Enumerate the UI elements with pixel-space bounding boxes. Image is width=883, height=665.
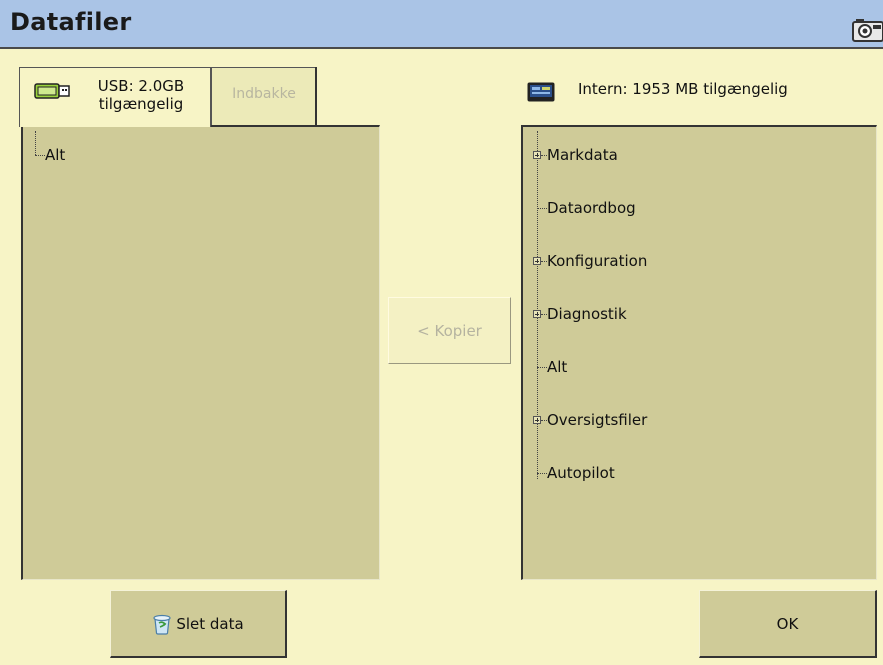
tab-divider bbox=[315, 67, 317, 125]
usb-drive-icon bbox=[34, 83, 70, 99]
expand-icon[interactable] bbox=[533, 151, 541, 159]
ok-button[interactable]: OK bbox=[699, 590, 877, 658]
tree-connector bbox=[35, 131, 36, 155]
tree-item-alt[interactable]: Alt bbox=[547, 358, 567, 376]
window-title: Datafiler bbox=[10, 8, 132, 36]
expand-icon[interactable] bbox=[533, 257, 541, 265]
tree-item-markdata[interactable]: Markdata bbox=[547, 146, 618, 164]
internal-storage-label: Intern: 1953 MB tilgængelig bbox=[578, 80, 788, 98]
tree-connector bbox=[35, 155, 45, 156]
tree-connector bbox=[537, 208, 547, 209]
tree-item-dataordbog[interactable]: Dataordbog bbox=[547, 199, 636, 217]
ok-button-label: OK bbox=[776, 614, 799, 633]
tab-inbox[interactable]: Indbakke bbox=[211, 67, 317, 125]
delete-data-label: Slet data bbox=[176, 614, 244, 633]
tab-usb[interactable]: USB: 2.0GB tilgængelig bbox=[19, 67, 211, 127]
tree-item-diagnostik[interactable]: Diagnostik bbox=[547, 305, 627, 323]
internal-storage-icon bbox=[527, 82, 555, 102]
tree-item-alt[interactable]: Alt bbox=[45, 146, 65, 164]
usb-capacity: USB: 2.0GB bbox=[97, 77, 185, 95]
copy-button[interactable]: < Kopier bbox=[388, 297, 511, 364]
tree-item-autopilot[interactable]: Autopilot bbox=[547, 464, 615, 482]
camera-icon[interactable] bbox=[851, 17, 883, 43]
usb-tab-label: USB: 2.0GB tilgængelig bbox=[86, 77, 196, 113]
tree-connector bbox=[537, 367, 547, 368]
delete-data-button[interactable]: Slet data bbox=[110, 590, 287, 658]
usb-available: tilgængelig bbox=[98, 95, 184, 113]
tree-item-konfiguration[interactable]: Konfiguration bbox=[547, 252, 647, 270]
expand-icon[interactable] bbox=[533, 416, 541, 424]
copy-button-label: < Kopier bbox=[417, 321, 482, 340]
trash-icon bbox=[153, 614, 171, 635]
inbox-tab-label: Indbakke bbox=[232, 86, 296, 102]
title-bar: Datafiler bbox=[0, 0, 883, 49]
tree-connector bbox=[537, 131, 538, 479]
internal-file-tree[interactable]: Markdata Dataordbog Konfiguration Diagno… bbox=[521, 125, 877, 580]
usb-file-tree[interactable]: Alt bbox=[21, 125, 380, 580]
tree-connector bbox=[537, 473, 547, 474]
expand-icon[interactable] bbox=[533, 310, 541, 318]
tree-item-oversigtsfiler[interactable]: Oversigtsfiler bbox=[547, 411, 647, 429]
